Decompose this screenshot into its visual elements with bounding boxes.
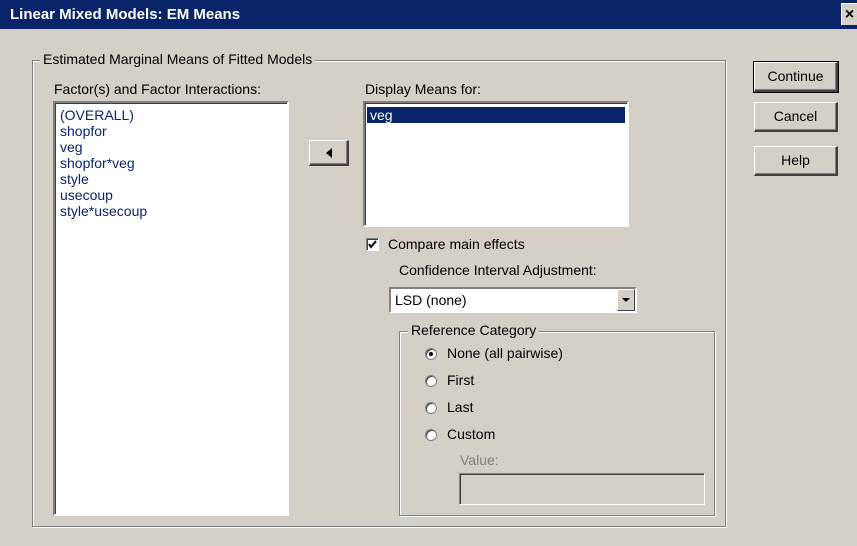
compare-main-effects-checkbox[interactable] — [366, 238, 379, 251]
help-button[interactable]: Help — [754, 146, 838, 176]
window-title: Linear Mixed Models: EM Means — [10, 6, 241, 23]
custom-value-label: Value: — [460, 452, 499, 468]
continue-button[interactable]: Continue — [753, 61, 839, 93]
radio-last-label: Last — [447, 399, 474, 415]
list-item[interactable]: shopfor*veg — [57, 155, 285, 171]
radio-first-label: First — [447, 372, 475, 388]
chevron-down-icon — [622, 298, 630, 302]
display-means-label: Display Means for: — [365, 81, 481, 97]
close-button[interactable]: × — [841, 3, 857, 25]
compare-main-effects-label: Compare main effects — [388, 236, 525, 252]
list-item[interactable]: usecoup — [57, 187, 285, 203]
list-item[interactable]: style*usecoup — [57, 203, 285, 219]
cancel-button[interactable]: Cancel — [754, 102, 838, 132]
left-arrow-icon — [325, 148, 332, 158]
ci-adjustment-value: LSD (none) — [395, 292, 467, 308]
radio-custom-label: Custom — [447, 426, 496, 442]
radio-first[interactable] — [425, 375, 437, 387]
radio-none-label: None (all pairwise) — [447, 345, 563, 361]
list-item[interactable]: veg — [57, 139, 285, 155]
display-means-listbox[interactable]: veg — [363, 101, 629, 227]
ci-adjustment-select[interactable]: LSD (none) — [389, 287, 637, 313]
list-item[interactable]: veg — [367, 107, 625, 123]
list-item[interactable]: style — [57, 171, 285, 187]
radio-selected-dot — [429, 352, 433, 356]
dropdown-button[interactable] — [617, 289, 635, 311]
factors-listbox[interactable]: (OVERALL) shopfor veg shopfor*veg style … — [53, 101, 289, 516]
reference-category-legend: Reference Category — [408, 322, 540, 338]
list-item[interactable]: shopfor — [57, 123, 285, 139]
factors-label: Factor(s) and Factor Interactions: — [54, 81, 261, 97]
close-icon: × — [844, 6, 855, 23]
group-legend: Estimated Marginal Means of Fitted Model… — [40, 51, 316, 67]
ci-adjustment-label: Confidence Interval Adjustment: — [399, 262, 597, 278]
radio-last[interactable] — [425, 402, 437, 414]
checkmark-icon — [368, 240, 377, 249]
move-left-button[interactable] — [309, 140, 349, 166]
custom-value-input[interactable] — [459, 473, 705, 505]
list-item[interactable]: (OVERALL) — [57, 107, 285, 123]
radio-none[interactable] — [425, 348, 437, 360]
title-bar: Linear Mixed Models: EM Means × — [0, 0, 857, 29]
radio-custom[interactable] — [425, 429, 437, 441]
